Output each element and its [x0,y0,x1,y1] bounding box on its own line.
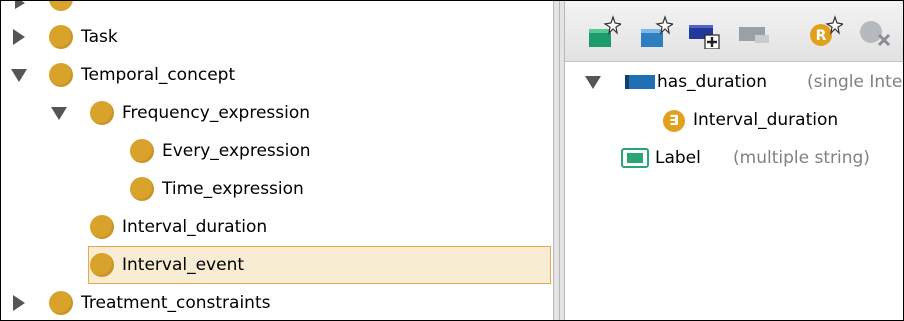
ontology-editor: Task Temporal_concept Frequency_expressi… [0,0,904,321]
property-name: Label [655,148,701,168]
datatype-property-icon [621,148,649,168]
remove-property-icon[interactable] [737,15,771,49]
tree-row-task[interactable]: Task [1,18,553,56]
svg-text:R: R [816,28,827,44]
tree-item-label: Interval_duration [122,217,268,237]
class-icon [90,253,114,277]
pane-splitter[interactable] [553,1,565,320]
tree-row-treatment-constraints[interactable]: Treatment_constraints [1,284,553,320]
class-icon [130,177,154,201]
property-detail: (single Inte [807,72,903,92]
delete-icon[interactable] [859,15,893,49]
properties-panel: R has_duration (single Inte ∃ Interval_d… [565,1,903,320]
splitter-line [559,1,560,320]
class-icon [49,25,73,49]
create-subclass-icon[interactable] [639,15,673,49]
add-property-icon[interactable] [687,15,721,49]
class-icon [90,101,114,125]
collapse-arrow-icon[interactable] [11,69,27,82]
properties-toolbar: R [565,1,903,62]
existential-restriction-icon: ∃ [663,110,685,132]
class-icon [90,215,114,239]
collapse-arrow-icon[interactable] [51,107,67,120]
tree-row-frequency-expression[interactable]: Frequency_expression [1,94,553,132]
tree-row-temporal-concept[interactable]: Temporal_concept [1,56,553,94]
tree-item-label: Temporal_concept [81,65,236,85]
property-name: has_duration [657,72,768,92]
tree-row-time-expression[interactable]: Time_expression [1,170,553,208]
property-detail: (multiple string) [733,148,870,168]
class-icon [130,139,154,163]
tree-item-label: Task [81,27,118,47]
property-row-label[interactable]: Label (multiple string) [565,139,903,177]
expand-arrow-icon[interactable] [13,295,25,311]
expand-arrow-icon[interactable] [13,29,25,45]
tree-item-label: Interval_event [122,255,245,275]
tree-row-interval-event[interactable]: Interval_event [1,246,553,284]
class-icon [49,291,73,315]
tree-expander-partial [15,1,25,9]
tree-node-partial [49,1,73,11]
restriction-row-interval-duration[interactable]: ∃ Interval_duration [565,101,903,139]
restriction-icon[interactable]: R [809,15,843,49]
restriction-class-name: Interval_duration [693,110,839,130]
collapse-arrow-icon[interactable] [585,76,601,89]
class-hierarchy-tree[interactable]: Task Temporal_concept Frequency_expressi… [1,1,553,320]
tree-item-label: Every_expression [162,141,311,161]
class-icon [49,63,73,87]
tree-item-label: Time_expression [162,179,304,199]
property-row-has-duration[interactable]: has_duration (single Inte [565,63,903,101]
create-class-icon[interactable] [587,15,621,49]
tree-row-every-expression[interactable]: Every_expression [1,132,553,170]
tree-row-interval-duration[interactable]: Interval_duration [1,208,553,246]
tree-item-label: Frequency_expression [122,103,311,123]
object-property-icon [625,75,655,89]
tree-item-label: Treatment_constraints [81,293,271,313]
